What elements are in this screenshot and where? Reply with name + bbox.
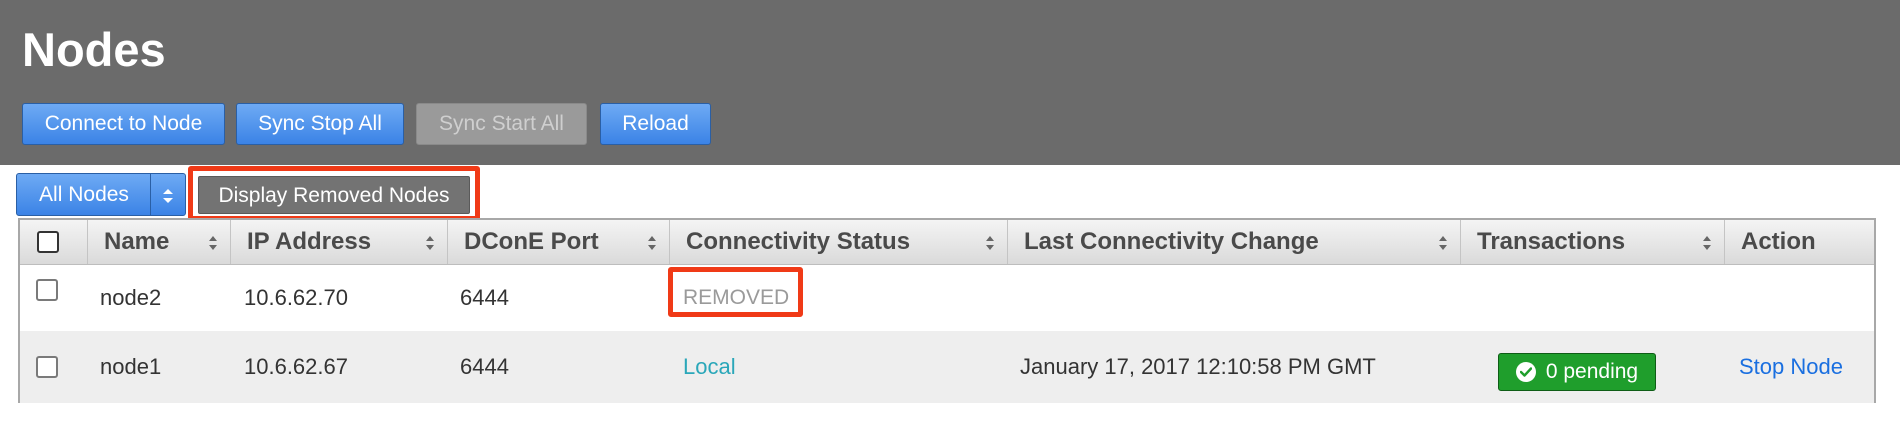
ip-address: 10.6.62.67	[244, 354, 348, 379]
page-header: Nodes Connect to Node Sync Stop All Sync…	[0, 0, 1900, 165]
connect-to-node-button[interactable]: Connect to Node	[22, 103, 225, 145]
connectivity-status: REMOVED	[683, 286, 790, 309]
column-header-action: Action	[1725, 220, 1874, 264]
pending-transactions-badge[interactable]: 0 pending	[1498, 353, 1656, 391]
reload-button[interactable]: Reload	[600, 103, 711, 145]
column-label: IP Address	[247, 228, 372, 255]
column-label: Transactions	[1477, 228, 1626, 255]
column-header-ip-address[interactable]: IP Address	[231, 220, 448, 264]
stop-node-link[interactable]: Stop Node	[1739, 354, 1843, 380]
dcone-port: 6444	[460, 354, 509, 379]
sync-stop-all-button[interactable]: Sync Stop All	[236, 103, 404, 145]
sort-icon	[208, 220, 218, 264]
last-connectivity-change: January 17, 2017 12:10:58 PM GMT	[1020, 354, 1376, 379]
table-header: Name IP Address DConE Port Connectivity …	[20, 220, 1874, 265]
table-row: node1 10.6.62.67 6444 Local January 17, …	[20, 331, 1874, 403]
row-checkbox[interactable]	[36, 356, 58, 378]
ip-address: 10.6.62.70	[244, 285, 348, 310]
node-name: node2	[100, 285, 162, 310]
column-header-last-connectivity-change[interactable]: Last Connectivity Change	[1008, 220, 1461, 264]
pending-count-label: 0 pending	[1545, 360, 1639, 383]
dcone-port: 6444	[460, 285, 509, 310]
column-label: DConE Port	[464, 228, 599, 255]
sort-icon	[1702, 220, 1712, 264]
column-header-name[interactable]: Name	[88, 220, 231, 264]
select-all-column	[20, 220, 88, 264]
updown-arrow-icon	[150, 174, 185, 215]
column-label: Connectivity Status	[686, 228, 911, 255]
column-label: Name	[104, 228, 170, 255]
page-title: Nodes	[22, 23, 166, 76]
column-header-dcone-port[interactable]: DConE Port	[448, 220, 670, 264]
connectivity-status: Local	[683, 354, 736, 379]
node-name: node1	[100, 354, 162, 379]
column-header-connectivity-status[interactable]: Connectivity Status	[670, 220, 1008, 264]
column-label: Action	[1741, 228, 1816, 255]
row-checkbox[interactable]	[36, 279, 58, 301]
display-removed-nodes-button[interactable]: Display Removed Nodes	[198, 176, 470, 214]
sync-start-all-button[interactable]: Sync Start All	[416, 103, 587, 145]
sort-icon	[1438, 220, 1448, 264]
node-filter-value: All Nodes	[39, 183, 129, 206]
sort-icon	[647, 220, 657, 264]
sort-icon	[985, 220, 995, 264]
check-circle-icon	[1515, 362, 1536, 382]
sort-icon	[425, 220, 435, 264]
column-label: Last Connectivity Change	[1024, 228, 1319, 255]
nodes-table: Name IP Address DConE Port Connectivity …	[18, 218, 1876, 403]
table-row: node2 10.6.62.70 6444 REMOVED	[20, 265, 1874, 331]
action-cell: Stop Node	[1739, 331, 1843, 403]
select-all-checkbox[interactable]	[37, 231, 59, 253]
node-filter-select[interactable]: All Nodes	[16, 173, 186, 216]
column-header-transactions[interactable]: Transactions	[1461, 220, 1725, 264]
